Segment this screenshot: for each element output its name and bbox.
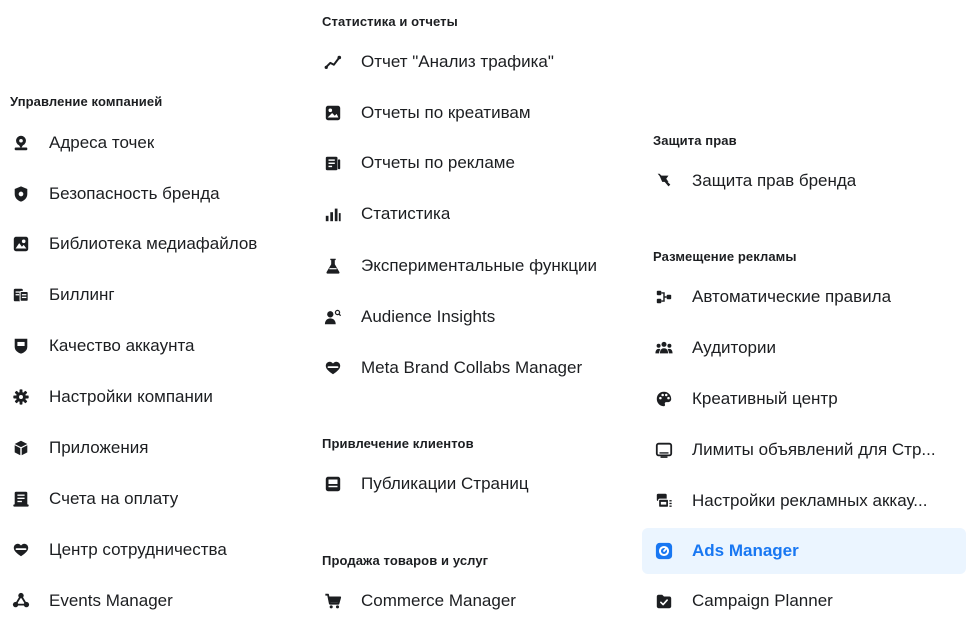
menu-item-label: Автоматические правила bbox=[692, 287, 892, 306]
menu-item-automated-rules[interactable]: Автоматические правила bbox=[642, 274, 966, 320]
menu-item-label: Аудитории bbox=[692, 338, 776, 357]
cart-icon bbox=[322, 590, 344, 612]
billing-icon bbox=[10, 284, 32, 306]
account-quality-icon bbox=[10, 335, 32, 357]
menu-item-account-quality[interactable]: Качество аккаунта bbox=[0, 323, 300, 369]
ad-limits-icon bbox=[653, 439, 675, 461]
creative-report-icon bbox=[322, 102, 344, 124]
menu-item-commerce-manager[interactable]: Commerce Manager bbox=[311, 578, 641, 624]
section-title-ad-placement: Размещение рекламы bbox=[653, 249, 797, 264]
menu-item-label: Безопасность бренда bbox=[49, 184, 220, 203]
section-title-commerce: Продажа товаров и услуг bbox=[322, 553, 489, 568]
menu-item-collab-center[interactable]: Центр сотрудничества bbox=[0, 527, 300, 573]
menu-item-creative-reports[interactable]: Отчеты по креативам bbox=[311, 90, 641, 136]
people-icon bbox=[653, 337, 675, 359]
menu-item-label: Экспериментальные функции bbox=[361, 256, 597, 275]
menu-item-label: Счета на оплату bbox=[49, 489, 179, 508]
menu-item-business-settings[interactable]: Настройки компании bbox=[0, 374, 300, 420]
menu-item-apps[interactable]: Приложения bbox=[0, 425, 300, 471]
shield-icon bbox=[10, 183, 32, 205]
menu-item-ad-limits[interactable]: Лимиты объявлений для Стр... bbox=[642, 427, 966, 473]
menu-item-brand-collabs[interactable]: Meta Brand Collabs Manager bbox=[311, 345, 641, 391]
gear-icon bbox=[10, 386, 32, 408]
section-title-rights-protection: Защита прав bbox=[653, 133, 737, 148]
menu-item-label: Защита прав бренда bbox=[692, 171, 857, 190]
menu-item-events-manager[interactable]: Events Manager bbox=[0, 578, 300, 624]
ads-manager-icon bbox=[653, 540, 675, 562]
menu-item-audience-insights[interactable]: Audience Insights bbox=[311, 294, 641, 340]
menu-item-label: Отчеты по креативам bbox=[361, 103, 531, 122]
bar-chart-icon bbox=[322, 203, 344, 225]
menu-item-brand-safety[interactable]: Безопасность бренда bbox=[0, 171, 300, 217]
menu-item-label: Отчеты по рекламе bbox=[361, 153, 515, 172]
menu-item-label: Ads Manager bbox=[692, 541, 799, 560]
menu-item-statistics[interactable]: Статистика bbox=[311, 191, 641, 237]
menu-item-store-locations[interactable]: Адреса точек bbox=[0, 120, 300, 166]
collab-icon bbox=[10, 539, 32, 561]
flask-icon bbox=[322, 255, 344, 277]
cube-icon bbox=[10, 437, 32, 459]
menu-item-billing[interactable]: Биллинг bbox=[0, 272, 300, 318]
events-manager-icon bbox=[10, 590, 32, 612]
menu-item-audiences[interactable]: Аудитории bbox=[642, 325, 966, 371]
ads-report-icon bbox=[322, 152, 344, 174]
menu-item-label: Биллинг bbox=[49, 285, 115, 304]
menu-item-label: Библиотека медиафайлов bbox=[49, 234, 258, 253]
media-library-icon bbox=[10, 233, 32, 255]
menu-item-label: Центр сотрудничества bbox=[49, 540, 227, 559]
menu-item-campaign-planner[interactable]: Campaign Planner bbox=[642, 578, 966, 624]
traffic-analysis-icon bbox=[322, 51, 344, 73]
menu-item-brand-rights[interactable]: Защита прав бренда bbox=[642, 158, 966, 204]
menu-item-label: Статистика bbox=[361, 204, 451, 223]
menu-item-label: Качество аккаунта bbox=[49, 336, 195, 355]
page-posts-icon bbox=[322, 473, 344, 495]
menu-item-label: Настройки рекламных аккау... bbox=[692, 491, 928, 510]
menu-item-label: Креативный центр bbox=[692, 389, 838, 408]
ad-account-settings-icon bbox=[653, 490, 675, 512]
audience-insights-icon bbox=[322, 306, 344, 328]
menu-item-label: Audience Insights bbox=[361, 307, 496, 326]
menu-item-label: Events Manager bbox=[49, 591, 173, 610]
location-pin-icon bbox=[10, 132, 32, 154]
handshake-icon bbox=[322, 357, 344, 379]
menu-item-label: Campaign Planner bbox=[692, 591, 833, 610]
menu-item-ad-account-settings[interactable]: Настройки рекламных аккау... bbox=[642, 478, 966, 524]
section-title-business-management: Управление компанией bbox=[10, 94, 163, 109]
menu-item-traffic-analysis[interactable]: Отчет "Анализ трафика" bbox=[311, 39, 641, 85]
automation-icon bbox=[653, 286, 675, 308]
menu-item-label: Адреса точек bbox=[49, 133, 155, 152]
menu-item-label: Настройки компании bbox=[49, 387, 213, 406]
menu-item-media-library[interactable]: Библиотека медиафайлов bbox=[0, 221, 300, 267]
menu-item-label: Meta Brand Collabs Manager bbox=[361, 358, 583, 377]
menu-item-invoices[interactable]: Счета на оплату bbox=[0, 476, 300, 522]
menu-item-ads-reports[interactable]: Отчеты по рекламе bbox=[311, 140, 641, 186]
brand-flag-icon bbox=[653, 170, 675, 192]
menu-item-creative-hub[interactable]: Креативный центр bbox=[642, 376, 966, 422]
menu-item-label: Отчет "Анализ трафика" bbox=[361, 52, 554, 71]
invoice-icon bbox=[10, 488, 32, 510]
menu-item-label: Commerce Manager bbox=[361, 591, 516, 610]
menu-item-label: Лимиты объявлений для Стр... bbox=[692, 440, 936, 459]
section-title-customer-acquisition: Привлечение клиентов bbox=[322, 436, 474, 451]
menu-item-ads-manager[interactable]: Ads Manager bbox=[642, 528, 966, 574]
section-title-reports: Статистика и отчеты bbox=[322, 14, 458, 29]
menu-item-label: Приложения bbox=[49, 438, 149, 457]
campaign-planner-icon bbox=[653, 590, 675, 612]
menu-item-page-posts[interactable]: Публикации Страниц bbox=[311, 461, 641, 507]
palette-icon bbox=[653, 388, 675, 410]
menu-item-experimental[interactable]: Экспериментальные функции bbox=[311, 243, 641, 289]
menu-item-label: Публикации Страниц bbox=[361, 474, 529, 493]
